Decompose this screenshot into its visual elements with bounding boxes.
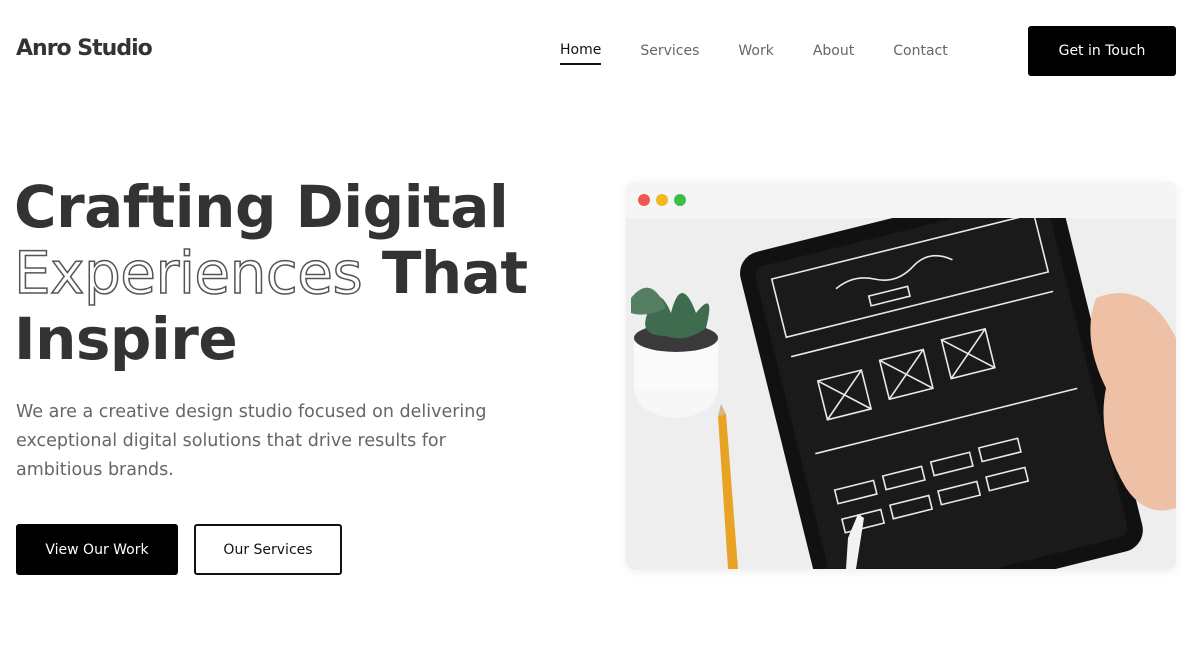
hero-title-line2: That	[362, 239, 528, 307]
plant-icon	[631, 287, 718, 418]
browser-title-bar	[626, 182, 1176, 218]
nav-about[interactable]: About	[813, 37, 854, 64]
main-nav: Home Services Work About Contact	[560, 0, 987, 100]
view-our-work-button[interactable]: View Our Work	[16, 524, 178, 575]
hero-title-line1: Crafting Digital	[14, 173, 509, 241]
our-services-button[interactable]: Our Services	[194, 524, 342, 575]
hero-title: Crafting Digital Experiences That Inspir…	[13, 173, 528, 373]
browser-mockup	[626, 182, 1176, 569]
get-in-touch-button[interactable]: Get in Touch	[1028, 26, 1176, 76]
nav-contact[interactable]: Contact	[893, 37, 947, 64]
nav-work[interactable]: Work	[738, 37, 773, 64]
close-dot-icon	[638, 194, 650, 206]
logo[interactable]: Anro Studio	[16, 36, 153, 61]
nav-home[interactable]: Home	[560, 36, 602, 65]
hero-description: We are a creative design studio focused …	[16, 402, 487, 480]
maximize-dot-icon	[674, 194, 686, 206]
nav-services[interactable]: Services	[640, 37, 699, 64]
hero-title-outline-word: Experiences	[13, 239, 363, 307]
tablet-wireframe-image	[626, 218, 1176, 569]
minimize-dot-icon	[656, 194, 668, 206]
hero-title-line3: Inspire	[14, 305, 238, 373]
